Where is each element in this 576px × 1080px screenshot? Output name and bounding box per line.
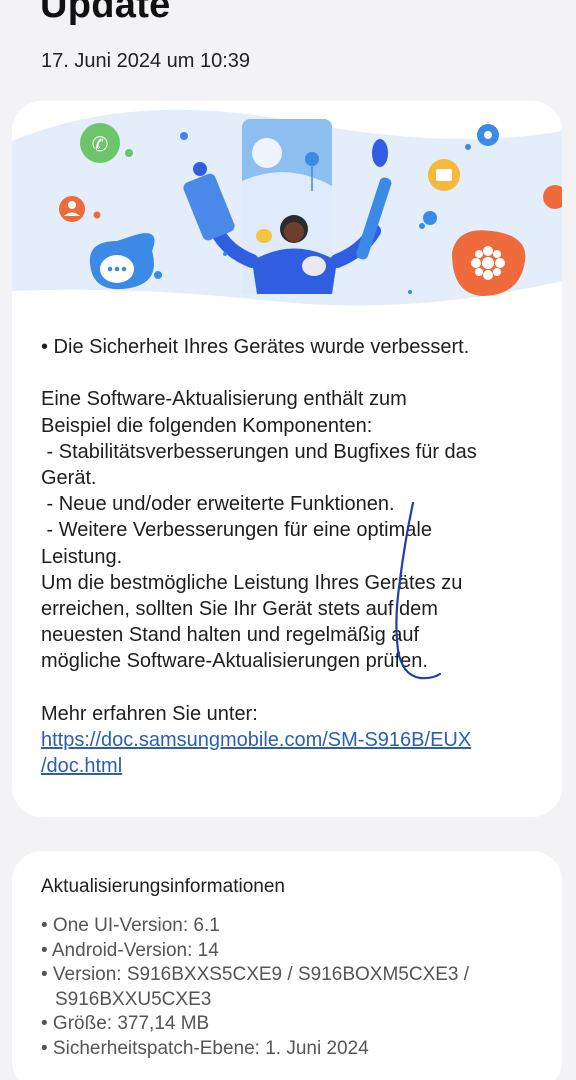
page-title: Update bbox=[40, 0, 171, 26]
gear-icon bbox=[477, 124, 499, 146]
update-info-card: Aktualisierungsinformationen • One UI-Ve… bbox=[12, 851, 562, 1080]
note-line: - Weitere Verbesserungen für eine optima… bbox=[41, 519, 432, 542]
release-notes-card: ✆ • Die Sicherheit Ihres Gerätes wurde v… bbox=[12, 101, 562, 817]
update-illustration: ✆ bbox=[12, 101, 562, 313]
note-line: - Stabilitätsverbesserungen und Bugfixes… bbox=[41, 440, 477, 463]
note-line: Gerät. bbox=[41, 466, 97, 489]
note-line: Eine Software-Aktualisierung enthält zum bbox=[41, 388, 407, 411]
update-size: • Größe: 377,14 MB bbox=[41, 1013, 210, 1034]
release-notes: • Die Sicherheit Ihres Gerätes wurde ver… bbox=[41, 334, 541, 779]
doc-link[interactable]: https://doc.samsungmobile.com/SM-S916B/E… bbox=[41, 727, 541, 753]
note-line: neuesten Stand halten und regelmäßig auf bbox=[41, 624, 420, 647]
oneui-version: • One UI-Version: 6.1 bbox=[41, 915, 220, 936]
note-line: erreichen, sollten Sie Ihr Gerät stets a… bbox=[41, 597, 438, 620]
folder-icon bbox=[428, 159, 460, 191]
more-info-label: Mehr erfahren Sie unter: bbox=[41, 702, 258, 725]
info-list: • One UI-Version: 6.1 • Android-Version:… bbox=[41, 914, 551, 1061]
note-gap bbox=[41, 674, 541, 700]
firmware-version: • Version: S916BXXS5CXE9 / S916BOXM5CXE3… bbox=[41, 964, 470, 985]
doc-link-continued[interactable]: /doc.html bbox=[41, 753, 541, 779]
note-line: Beispiel die folgenden Komponenten: bbox=[41, 414, 373, 437]
note-gap bbox=[41, 360, 541, 386]
note-line: - Neue und/oder erweiterte Funktionen. bbox=[41, 493, 395, 516]
info-title: Aktualisierungsinformationen bbox=[41, 876, 285, 897]
note-line: Um die bestmögliche Leistung Ihres Gerät… bbox=[41, 571, 463, 594]
android-version: • Android-Version: 14 bbox=[41, 939, 219, 961]
security-patch-level: • Sicherheitspatch-Ebene: 1. Juni 2024 bbox=[41, 1037, 369, 1059]
update-date: 17. Juni 2024 um 10:39 bbox=[41, 50, 251, 72]
svg-text:✆: ✆ bbox=[92, 132, 109, 156]
note-line: Leistung. bbox=[41, 545, 123, 568]
note-line: mögliche Software-Aktualisierungen prüfe… bbox=[41, 650, 428, 673]
firmware-version-continued: S916BXXU5CXE3 bbox=[55, 988, 212, 1010]
note-line: • Die Sicherheit Ihres Gerätes wurde ver… bbox=[41, 336, 470, 358]
